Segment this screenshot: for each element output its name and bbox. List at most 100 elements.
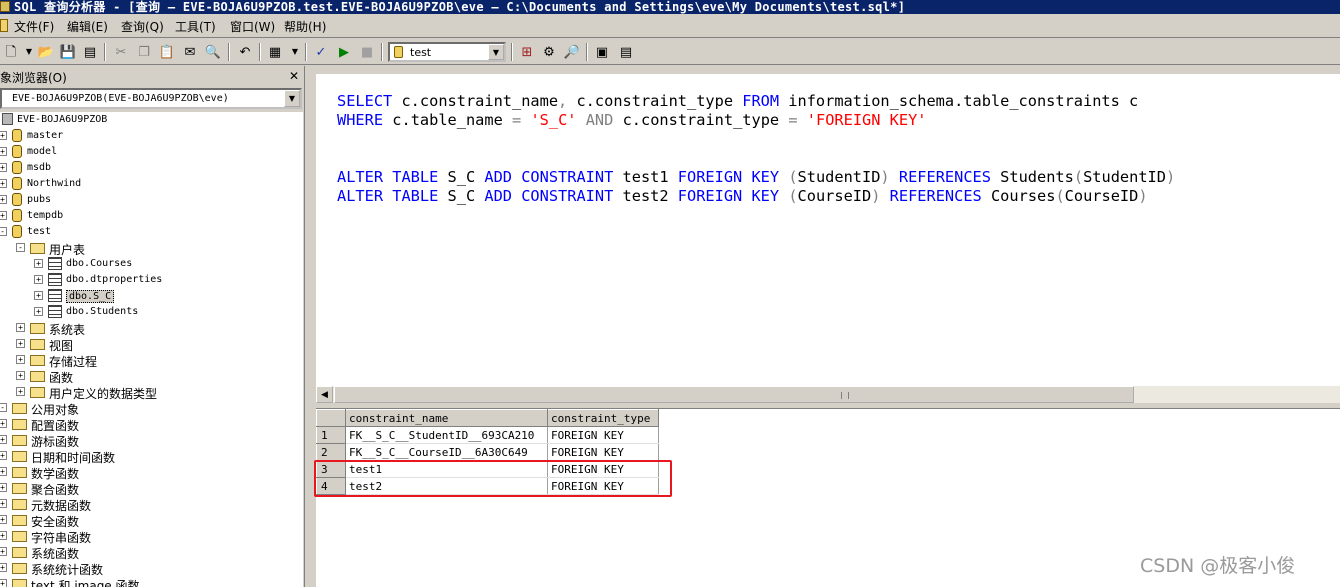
- collapse-icon[interactable]: -: [16, 243, 25, 252]
- results-mode-icon[interactable]: ▦: [266, 43, 284, 61]
- server-select[interactable]: EVE-BOJA6U9PZOB(EVE-BOJA6U9PZOB\eve) ▼: [0, 88, 302, 109]
- stop-icon[interactable]: ■: [358, 43, 376, 61]
- folder-icon: [12, 483, 27, 494]
- database-select[interactable]: test ▼: [388, 42, 506, 62]
- chevron-down-icon[interactable]: ▼: [286, 43, 304, 61]
- tree-node-label: 系统统计函数: [31, 563, 104, 577]
- expand-icon[interactable]: +: [0, 467, 7, 476]
- result-cell[interactable]: FK__S_C__StudentID__693CA210: [345, 426, 548, 444]
- result-row[interactable]: 1 FK__S_C__StudentID__693CA210 FOREIGN KEY: [316, 426, 659, 444]
- parse-icon[interactable]: ✓: [312, 43, 330, 61]
- paste-icon[interactable]: 📋: [158, 43, 176, 61]
- new-query-icon[interactable]: 🗋: [2, 43, 20, 61]
- tree-node-label: 字符串函数: [31, 531, 92, 545]
- tree-node-label: test: [27, 226, 52, 237]
- expand-icon[interactable]: +: [34, 291, 43, 300]
- tree-node-label: 系统函数: [31, 547, 80, 561]
- sql-token: ): [1138, 187, 1148, 205]
- execute-icon[interactable]: ▶: [335, 43, 353, 61]
- folder-icon: [12, 547, 27, 558]
- expand-icon[interactable]: +: [34, 307, 43, 316]
- copy-icon[interactable]: ❐: [135, 43, 153, 61]
- chevron-down-icon[interactable]: ▼: [20, 43, 38, 61]
- expand-icon[interactable]: +: [0, 211, 7, 220]
- tree-node-label: dbo.Students: [66, 306, 139, 317]
- expand-icon[interactable]: +: [16, 355, 25, 364]
- expand-icon[interactable]: +: [0, 435, 7, 444]
- show-plan-icon[interactable]: ⊞: [518, 43, 536, 61]
- expand-icon[interactable]: +: [0, 131, 7, 140]
- load-script-icon[interactable]: ▤: [81, 43, 99, 61]
- database-icon: [12, 129, 22, 142]
- show-results-icon[interactable]: ▤: [617, 43, 635, 61]
- expand-icon[interactable]: +: [0, 531, 7, 540]
- object-browser-icon[interactable]: ⚙: [540, 43, 558, 61]
- menu-help[interactable]: 帮助(H): [284, 18, 326, 35]
- tree-node-label: text 和 image 函数: [31, 579, 140, 587]
- sql-token: (: [1055, 187, 1065, 205]
- collapse-icon[interactable]: -: [0, 403, 7, 412]
- highlight-box: [314, 460, 672, 497]
- menu-query[interactable]: 查询(Q): [121, 18, 164, 35]
- column-header-constraint-type[interactable]: constraint_type: [547, 409, 659, 427]
- expand-icon[interactable]: +: [0, 547, 7, 556]
- sql-token: Students: [990, 168, 1074, 186]
- clear-icon[interactable]: ✉: [181, 43, 199, 61]
- expand-icon[interactable]: +: [0, 147, 7, 156]
- expand-icon[interactable]: +: [34, 275, 43, 284]
- expand-icon[interactable]: +: [16, 387, 25, 396]
- object-search-icon[interactable]: 🔎: [563, 43, 581, 61]
- expand-icon[interactable]: +: [0, 419, 7, 428]
- expand-icon[interactable]: +: [0, 195, 7, 204]
- menu-edit[interactable]: 编辑(E): [67, 18, 108, 35]
- menu-tools[interactable]: 工具(T): [175, 18, 216, 35]
- expand-icon[interactable]: +: [0, 563, 7, 572]
- expand-icon[interactable]: +: [0, 179, 7, 188]
- expand-icon[interactable]: +: [0, 163, 7, 172]
- expand-icon[interactable]: +: [34, 259, 43, 268]
- sql-token: c.constraint_type: [567, 92, 743, 110]
- result-cell[interactable]: FOREIGN KEY: [547, 443, 659, 461]
- tree-node-label: tempdb: [27, 210, 64, 221]
- undo-icon[interactable]: ↶: [236, 43, 254, 61]
- database-icon: [12, 193, 22, 206]
- open-icon[interactable]: 📂: [37, 43, 55, 61]
- expand-icon[interactable]: +: [0, 499, 7, 508]
- properties-icon[interactable]: ▣: [593, 43, 611, 61]
- expand-icon[interactable]: +: [16, 371, 25, 380]
- expand-icon[interactable]: +: [0, 515, 7, 524]
- result-cell[interactable]: FK__S_C__CourseID__6A30C649: [345, 443, 548, 461]
- find-icon[interactable]: 🔍: [204, 43, 222, 61]
- scroll-left-icon[interactable]: ◀: [316, 386, 333, 403]
- expand-icon[interactable]: +: [16, 323, 25, 332]
- menu-file[interactable]: 文件(F): [14, 18, 54, 35]
- expand-icon[interactable]: +: [0, 579, 7, 587]
- save-icon[interactable]: 💾: [59, 43, 77, 61]
- chevron-down-icon[interactable]: ▼: [284, 90, 300, 107]
- close-icon[interactable]: ✕: [287, 69, 301, 83]
- sql-line: SELECT c.constraint_name, c.constraint_t…: [337, 92, 1138, 110]
- cut-icon[interactable]: ✂: [112, 43, 130, 61]
- scroll-thumb[interactable]: [334, 386, 1134, 403]
- query-editor[interactable]: SELECT c.constraint_name, c.constraint_t…: [316, 74, 1340, 388]
- object-browser-header: 象浏览器(O) ✕: [0, 66, 305, 86]
- expand-icon[interactable]: +: [0, 483, 7, 492]
- chevron-down-icon[interactable]: ▼: [488, 44, 504, 60]
- expand-icon[interactable]: +: [16, 339, 25, 348]
- result-cell[interactable]: FOREIGN KEY: [547, 426, 659, 444]
- tree-node-label: 数学函数: [31, 467, 80, 481]
- result-row[interactable]: 2 FK__S_C__CourseID__6A30C649 FOREIGN KEY: [316, 443, 659, 461]
- editor-horizontal-scrollbar[interactable]: ◀: [316, 386, 1340, 403]
- sql-token: (: [788, 168, 798, 186]
- menu-window[interactable]: 窗口(W): [230, 18, 275, 35]
- sql-token: CourseID: [797, 187, 872, 205]
- watermark: CSDN @极客小俊: [1140, 555, 1296, 577]
- expand-icon[interactable]: +: [0, 451, 7, 460]
- folder-icon: [12, 579, 27, 587]
- column-header-constraint-name[interactable]: constraint_name: [345, 409, 548, 427]
- tree-node-label: Northwind: [27, 178, 82, 189]
- tree-node-label: EVE-BOJA6U9PZOB: [17, 114, 108, 125]
- tree-node-label: 配置函数: [31, 419, 80, 433]
- collapse-icon[interactable]: -: [0, 227, 7, 236]
- row-number: 1: [316, 426, 346, 444]
